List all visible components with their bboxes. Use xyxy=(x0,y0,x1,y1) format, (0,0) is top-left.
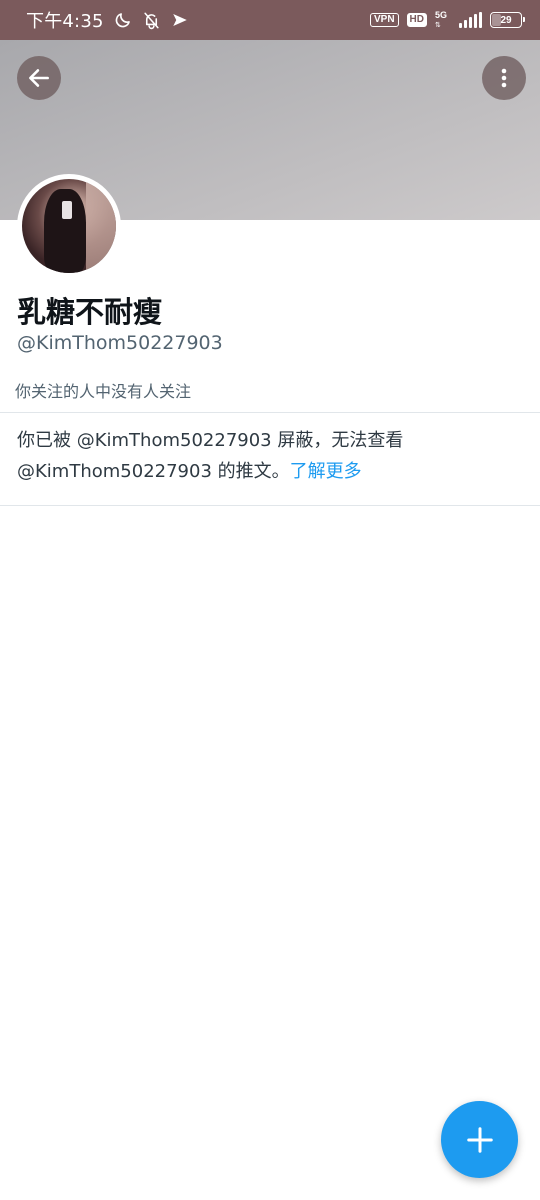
status-bar-left: 下午4:35 xyxy=(26,7,189,33)
learn-more-link[interactable]: 了解更多 xyxy=(290,461,362,482)
avatar-image xyxy=(22,179,116,273)
compose-tweet-button[interactable] xyxy=(441,1101,518,1178)
bell-off-icon xyxy=(142,11,161,30)
signal-icon xyxy=(459,12,482,28)
divider xyxy=(0,412,540,413)
data-arrows-icon: ⇅ xyxy=(435,21,441,29)
battery-icon: 29 xyxy=(490,12,525,28)
vpn-badge: VPN xyxy=(369,13,399,27)
network-type: 5G ⇅ xyxy=(435,10,451,30)
blocked-notice: 你已被 @KimThom50227903 屏蔽，无法查看 @KimThom502… xyxy=(17,425,522,487)
battery-level: 29 xyxy=(500,14,512,26)
user-handle: @KimThom50227903 xyxy=(17,332,223,354)
status-bar: 下午4:35 VPN HD 5G ⇅ 29 xyxy=(0,0,540,40)
more-vertical-icon xyxy=(492,66,516,90)
back-button[interactable] xyxy=(17,56,61,100)
location-arrow-icon xyxy=(171,11,189,29)
plus-icon xyxy=(465,1125,495,1155)
network-label: 5G xyxy=(435,10,448,20)
followers-you-follow-note[interactable]: 你关注的人中没有人关注 xyxy=(15,378,191,402)
display-name: 乳糖不耐瘦 xyxy=(17,295,163,329)
arrow-left-icon xyxy=(26,65,52,91)
battery-fill xyxy=(492,14,501,26)
status-bar-right: VPN HD 5G ⇅ 29 xyxy=(369,10,525,30)
hd-badge: HD xyxy=(406,13,427,27)
status-time: 下午4:35 xyxy=(26,11,104,32)
moon-icon xyxy=(114,11,132,29)
divider xyxy=(0,505,540,506)
more-options-button[interactable] xyxy=(482,56,526,100)
avatar[interactable] xyxy=(17,174,121,278)
